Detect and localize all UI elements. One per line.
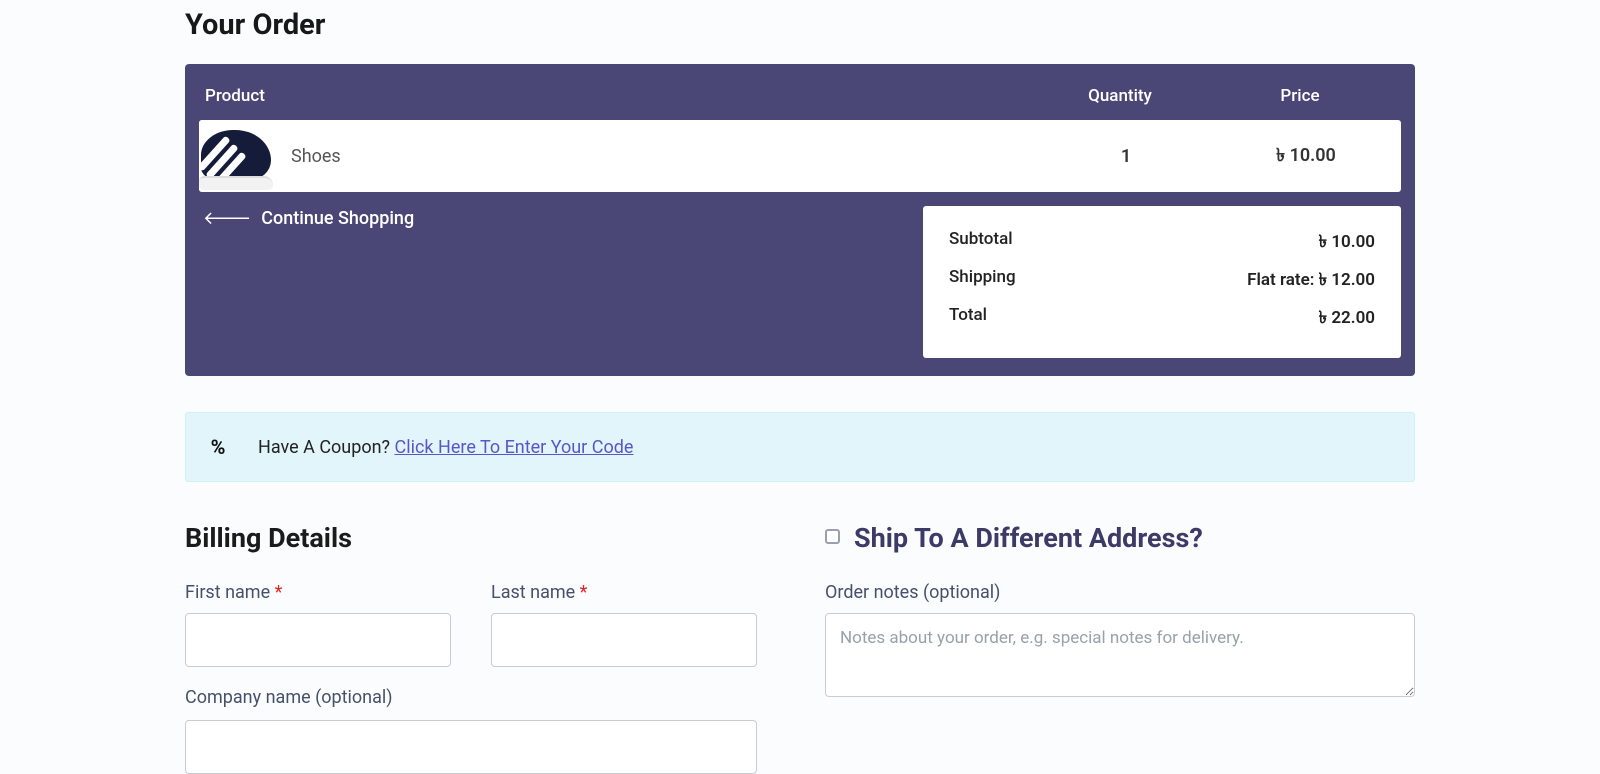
order-notes-textarea[interactable]	[825, 613, 1415, 697]
total-value: ৳ 22.00	[1319, 305, 1375, 333]
billing-details-heading: Billing Details	[185, 522, 757, 554]
coupon-prompt-text: Have A Coupon?	[258, 437, 395, 458]
order-table-header: Product Quantity Price	[199, 78, 1401, 120]
header-product: Product	[205, 86, 1035, 106]
coupon-toggle-link[interactable]: Click Here To Enter Your Code	[395, 437, 634, 458]
subtotal-label: Subtotal	[949, 229, 1013, 257]
first-name-input[interactable]	[185, 613, 451, 667]
first-name-label: First name *	[185, 582, 451, 603]
header-quantity: Quantity	[1035, 86, 1205, 106]
subtotal-value: ৳ 10.00	[1319, 229, 1375, 257]
order-notes-label: Order notes (optional)	[825, 582, 1415, 603]
coupon-notice: % Have A Coupon? Click Here To Enter You…	[185, 412, 1415, 482]
last-name-input[interactable]	[491, 613, 757, 667]
last-name-label: Last name *	[491, 582, 757, 603]
total-label: Total	[949, 305, 987, 333]
product-name: Shoes	[291, 146, 341, 167]
order-totals-box: Subtotal ৳ 10.00 Shipping Flat rate: ৳ 1…	[923, 206, 1401, 358]
header-price: Price	[1205, 86, 1395, 106]
percent-icon: %	[206, 435, 230, 459]
product-price: ৳ 10.00	[1211, 141, 1401, 172]
continue-shopping-label: Continue Shopping	[261, 208, 414, 229]
shipping-label: Shipping	[949, 267, 1016, 295]
product-quantity: 1	[1041, 146, 1211, 167]
company-name-input[interactable]	[185, 720, 757, 774]
product-thumbnail	[199, 120, 275, 192]
continue-shopping-link[interactable]: 🡐 Continue Shopping	[199, 206, 418, 231]
arrow-left-icon: 🡐	[203, 210, 251, 228]
order-summary-panel: Product Quantity Price Shoes 1 ৳ 10.00 🡐	[185, 64, 1415, 376]
shipping-value: Flat rate: ৳ 12.00	[1247, 267, 1375, 295]
ship-different-address-checkbox[interactable]	[825, 529, 840, 544]
company-name-label: Company name (optional)	[185, 687, 757, 708]
order-line-item: Shoes 1 ৳ 10.00	[199, 120, 1401, 192]
your-order-heading: Your Order	[185, 8, 1415, 42]
ship-different-address-heading: Ship To A Different Address?	[854, 522, 1203, 554]
